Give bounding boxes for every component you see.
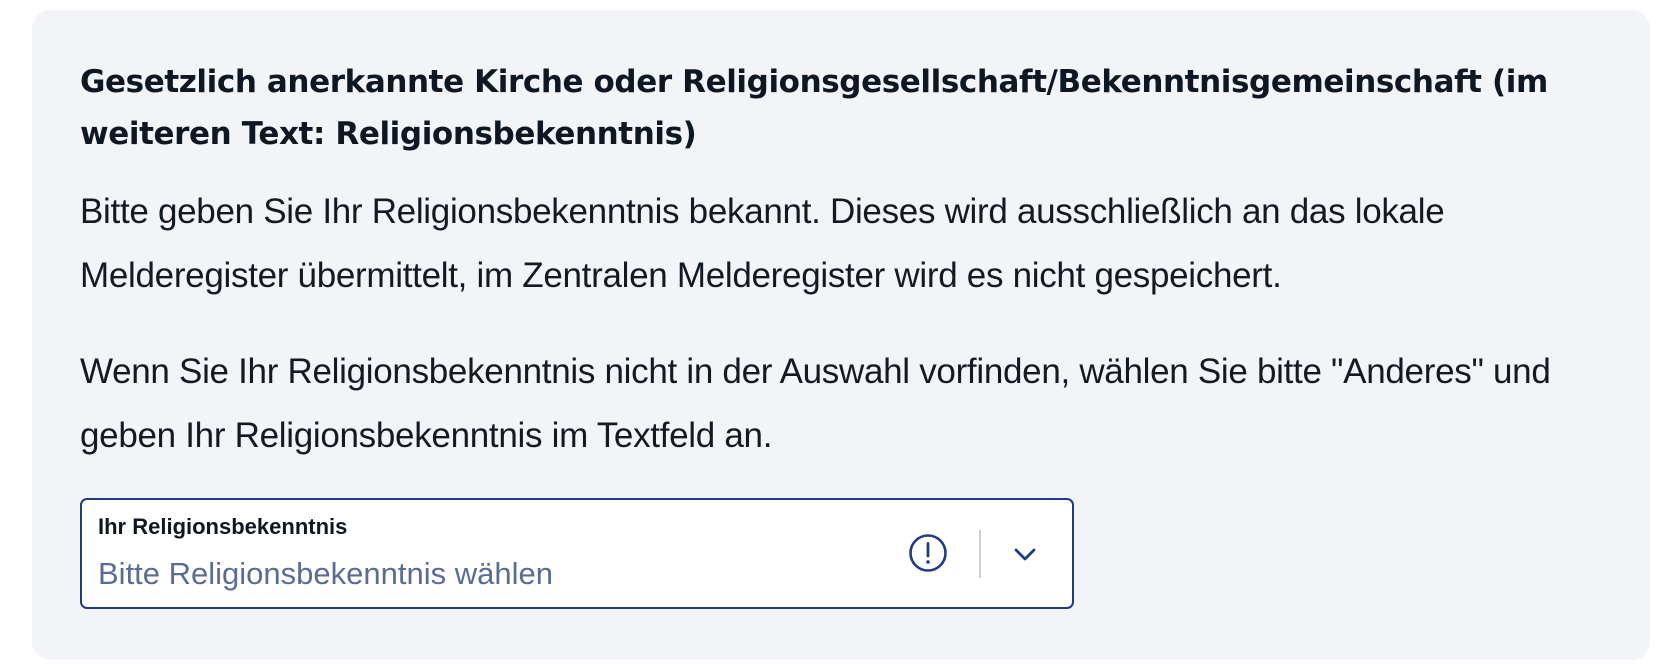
religion-select[interactable]: Ihr Religionsbekenntnis Bitte Religionsb… — [80, 498, 1074, 609]
select-label: Ihr Religionsbekenntnis — [98, 514, 348, 539]
instruction-paragraph: Wenn Sie Ihr Religionsbekenntnis nicht i… — [80, 352, 1551, 455]
info-paragraph: Bitte geben Sie Ihr Religionsbekenntnis … — [80, 192, 1445, 295]
section-heading: Gesetzlich anerkannte Kirche oder Religi… — [80, 64, 1548, 152]
chevron-down-icon[interactable] — [1010, 540, 1040, 570]
select-divider — [979, 530, 981, 578]
alert-circle-icon — [909, 534, 947, 572]
select-placeholder: Bitte Religionsbekenntnis wählen — [98, 556, 553, 591]
